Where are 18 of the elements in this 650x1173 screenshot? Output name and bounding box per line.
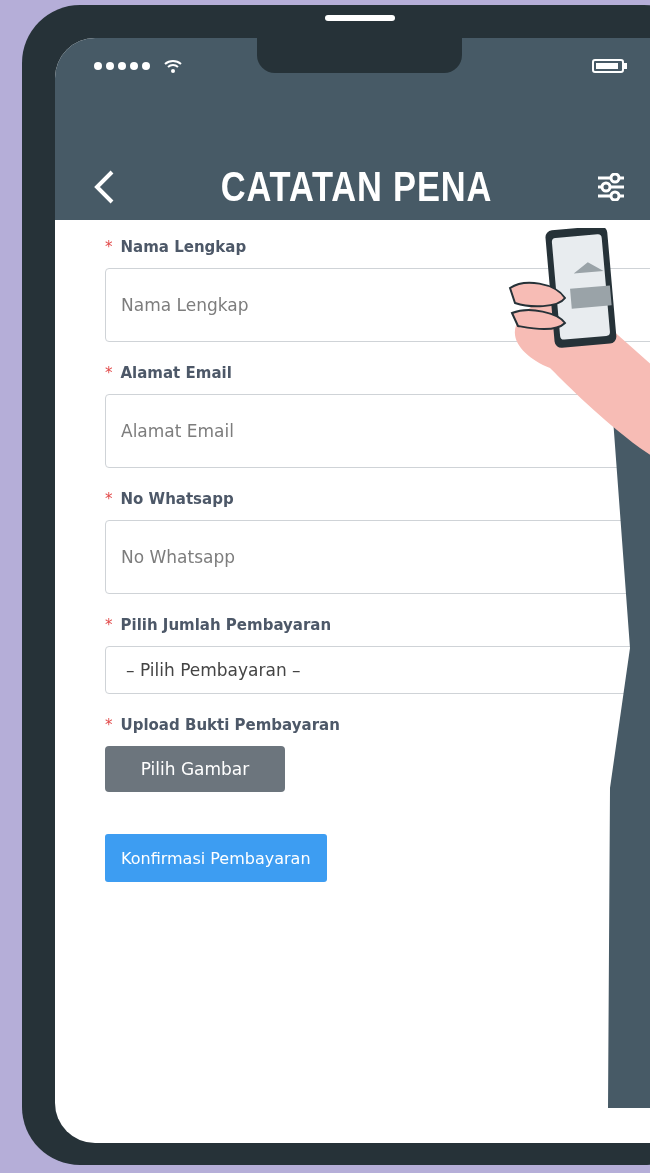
field-label: Nama Lengkap: [120, 238, 247, 256]
signal-icon: [93, 61, 151, 71]
field-label: No Whatsapp: [120, 490, 234, 508]
required-mark: *: [105, 616, 113, 634]
required-mark: *: [105, 490, 113, 508]
required-mark: *: [105, 716, 113, 734]
field-label: Pilih Jumlah Pembayaran: [120, 616, 332, 634]
required-mark: *: [105, 238, 113, 256]
battery-icon: [592, 59, 628, 73]
field-label: Upload Bukti Pembayaran: [120, 716, 340, 734]
back-icon[interactable]: [93, 169, 115, 205]
settings-icon[interactable]: [597, 173, 625, 201]
required-mark: *: [105, 364, 113, 382]
field-label: Alamat Email: [120, 364, 232, 382]
wifi-icon: [163, 58, 183, 74]
choose-image-button[interactable]: Pilih Gambar: [105, 746, 285, 792]
app-title: CATATAN PENA: [220, 163, 492, 211]
confirm-payment-button[interactable]: Konfirmasi Pembayaran: [105, 834, 327, 882]
